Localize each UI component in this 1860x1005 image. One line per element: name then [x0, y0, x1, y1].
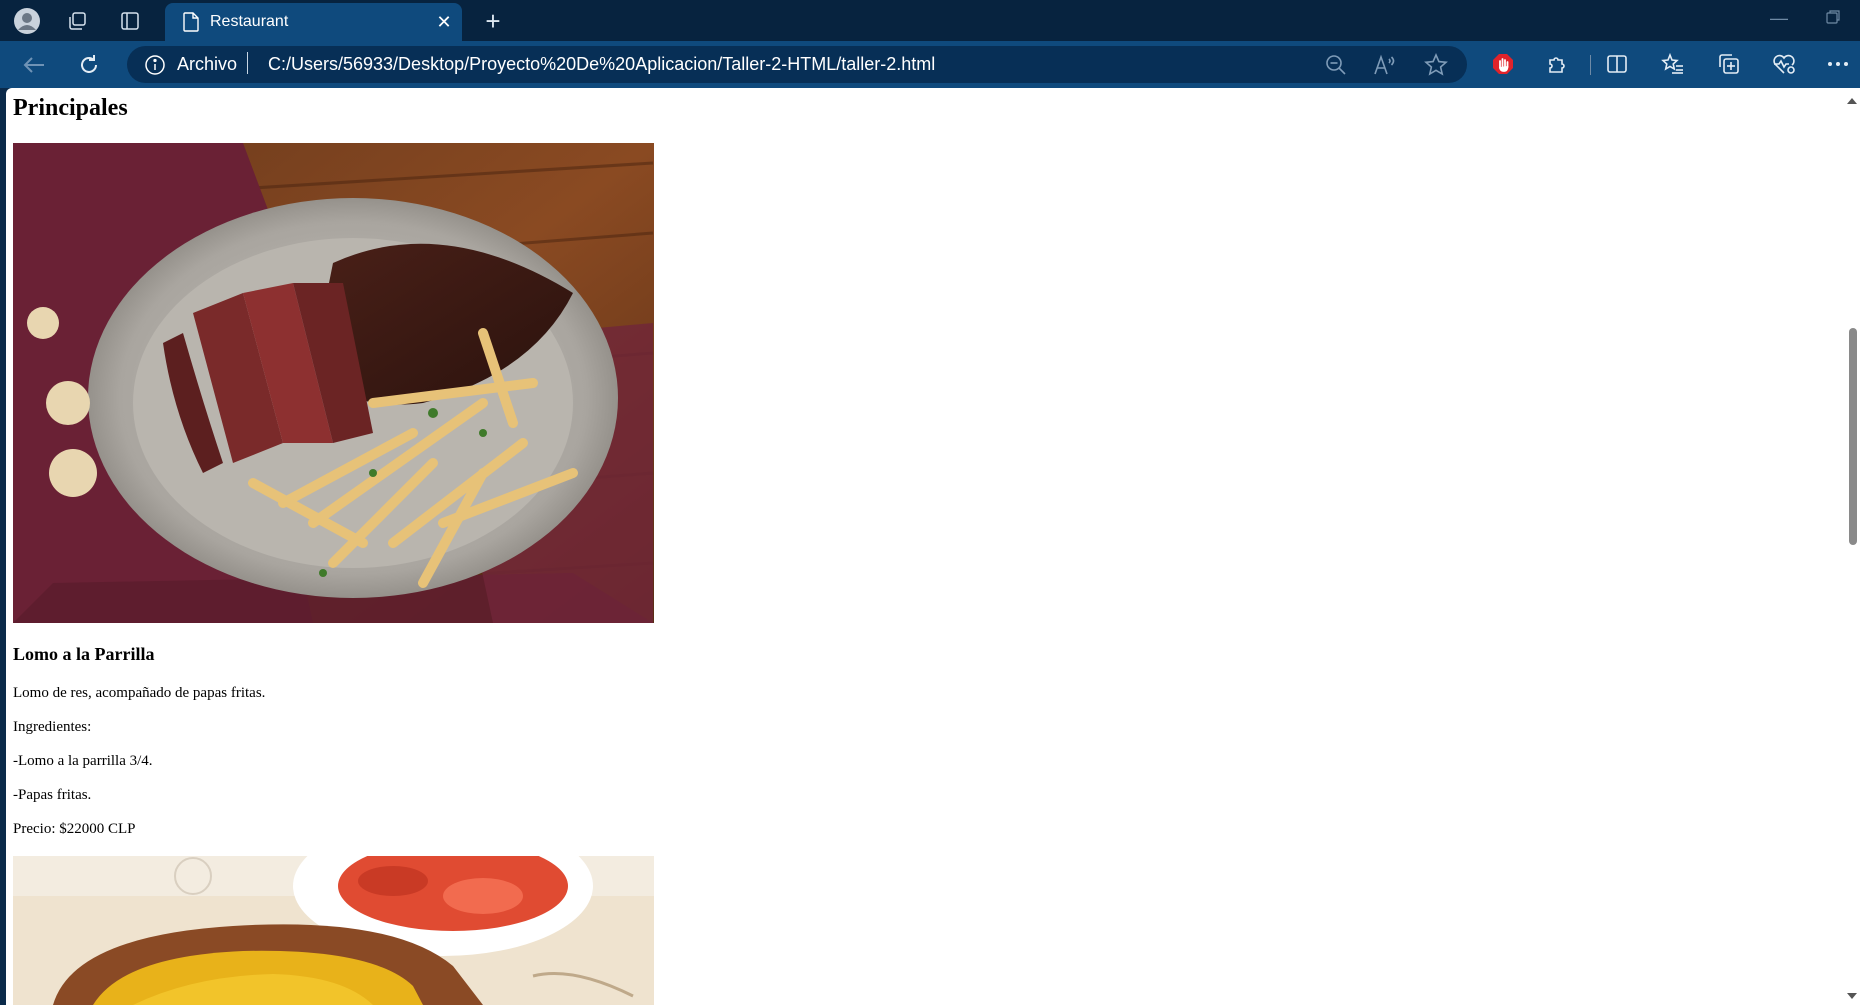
favorites-icon[interactable] [1657, 48, 1689, 80]
browser-titlebar: Restaurant ✕ + — [0, 0, 1860, 41]
address-divider [247, 52, 248, 74]
browser-tab-active[interactable]: Restaurant ✕ [165, 3, 462, 41]
browser-toolbar: Archivo C:/Users/56933/Desktop/Proyecto%… [0, 41, 1860, 88]
adblock-hand-icon[interactable] [1487, 48, 1519, 80]
scrollbar-thumb[interactable] [1849, 328, 1857, 545]
dish-ingredient-item: -Papas fritas. [13, 787, 92, 803]
scroll-down-arrow-icon[interactable] [1847, 993, 1857, 999]
address-url[interactable]: C:/Users/56933/Desktop/Proyecto%20De%20A… [268, 54, 935, 75]
dish-image-next [13, 856, 654, 1005]
workspaces-icon[interactable] [62, 6, 92, 36]
favorite-star-icon[interactable] [1423, 52, 1449, 78]
extensions-icon[interactable] [1542, 48, 1574, 80]
scroll-up-arrow-icon[interactable] [1847, 98, 1857, 104]
split-screen-icon[interactable] [1601, 48, 1633, 80]
page-icon [182, 12, 200, 37]
close-icon[interactable]: ✕ [433, 11, 455, 33]
toolbar-divider [1590, 55, 1591, 75]
dish-price: Precio: $22000 CLP [13, 821, 136, 837]
profile-icon[interactable] [12, 6, 42, 36]
dish-ingredient-item: -Lomo a la parrilla 3/4. [13, 753, 153, 769]
zoom-out-icon[interactable] [1323, 52, 1349, 78]
dish-image-lomo [13, 143, 654, 623]
dish-ingredients-label: Ingredientes: [13, 719, 92, 735]
collections-icon[interactable] [1713, 48, 1745, 80]
performance-icon[interactable] [1768, 48, 1800, 80]
info-icon[interactable] [144, 54, 166, 81]
plus-icon[interactable]: + [478, 6, 508, 36]
more-icon[interactable] [1822, 48, 1854, 80]
refresh-icon[interactable] [73, 49, 105, 81]
vertical-scrollbar[interactable] [1845, 88, 1860, 1005]
read-aloud-icon[interactable] [1372, 52, 1398, 78]
address-bar[interactable]: Archivo C:/Users/56933/Desktop/Proyecto%… [127, 46, 1467, 83]
restore-icon[interactable] [1826, 8, 1840, 29]
address-scheme-label: Archivo [177, 54, 238, 74]
minimize-icon[interactable]: — [1770, 8, 1788, 29]
tab-actions-icon[interactable] [115, 6, 145, 36]
tab-title: Restaurant [210, 13, 289, 30]
dish-description: Lomo de res, acompañado de papas fritas. [13, 685, 266, 701]
back-icon[interactable] [18, 49, 50, 81]
section-heading: Principales [13, 95, 128, 121]
page-viewport: Principales Lomo a la Parrilla Lomo de r… [6, 88, 1845, 1005]
dish-name: Lomo a la Parrilla [13, 644, 155, 664]
